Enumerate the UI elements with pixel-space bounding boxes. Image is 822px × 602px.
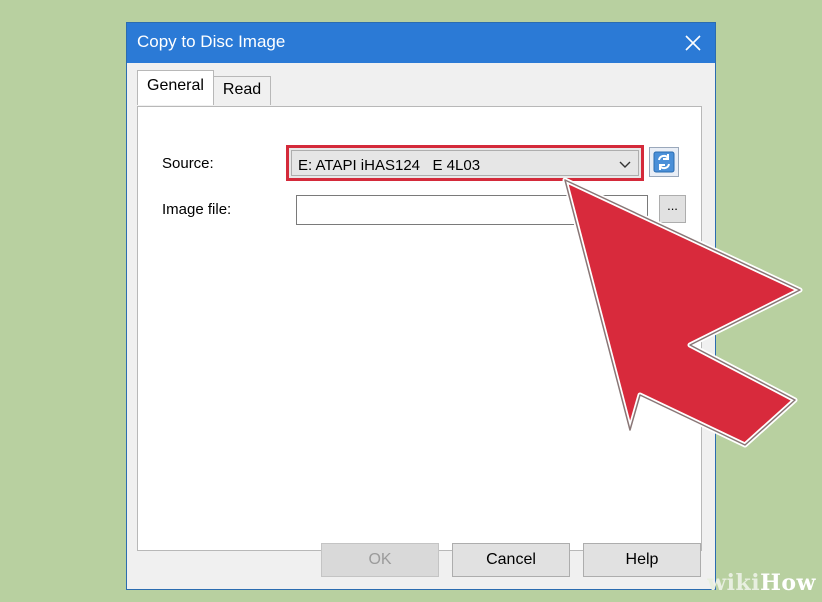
- refresh-icon: [653, 151, 675, 173]
- tab-general[interactable]: General: [137, 70, 214, 105]
- close-icon: [685, 35, 701, 51]
- image-file-input[interactable]: [296, 195, 648, 225]
- wikihow-watermark-how: How: [760, 570, 816, 596]
- tab-read-label: Read: [222, 81, 262, 98]
- image-file-label: Image file:: [162, 201, 232, 218]
- browse-button[interactable]: ...: [659, 195, 686, 223]
- cancel-button[interactable]: Cancel: [452, 543, 570, 577]
- close-button[interactable]: [671, 23, 715, 63]
- copy-to-disc-image-dialog: Copy to Disc Image General Read Source: …: [126, 22, 716, 590]
- ok-button[interactable]: OK: [321, 543, 439, 577]
- wikihow-watermark: wikiHow: [682, 564, 822, 602]
- source-highlight-box: E: ATAPI iHAS124 E 4L03: [286, 145, 644, 181]
- tab-general-label: General: [147, 77, 204, 94]
- title-bar: Copy to Disc Image: [127, 23, 715, 63]
- tab-strip: General Read: [137, 70, 272, 105]
- refresh-drives-button[interactable]: [649, 147, 679, 177]
- source-dropdown[interactable]: E: ATAPI iHAS124 E 4L03: [291, 150, 639, 176]
- source-dropdown-value: E: ATAPI iHAS124 E 4L03: [298, 157, 481, 174]
- window-title: Copy to Disc Image: [137, 32, 286, 51]
- tab-read[interactable]: Read: [212, 76, 272, 105]
- wikihow-watermark-wiki: wiki: [707, 570, 761, 596]
- chevron-down-icon: [619, 161, 631, 168]
- background-frame: Copy to Disc Image General Read Source: …: [0, 0, 822, 602]
- general-tab-panel: Source: E: ATAPI iHAS124 E 4L03 Image fi…: [137, 106, 702, 551]
- wikihow-watermark-text: wikiHow: [707, 570, 816, 596]
- source-label: Source:: [162, 155, 214, 172]
